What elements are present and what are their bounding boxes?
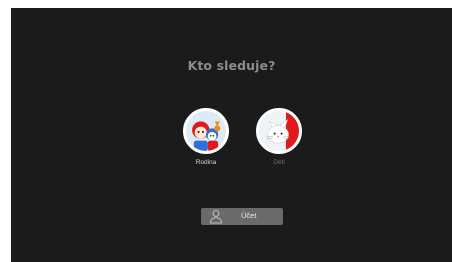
profile-name: Děti (273, 159, 285, 166)
profile-name: Rodina (195, 159, 217, 166)
account-button[interactable]: Účet (201, 208, 283, 225)
profile-rodina[interactable]: Rodina (181, 108, 231, 166)
page-title: Kto sleduje? (187, 58, 276, 73)
profile-deti[interactable]: Děti (254, 108, 304, 166)
white-cat-avatar-icon[interactable] (256, 108, 302, 154)
account-button-label: Účet (241, 211, 257, 220)
user-icon (209, 210, 223, 224)
profile-selection-screen: Kto sleduje? Rodina Děti Účet (11, 8, 452, 262)
family-cartoon-avatar-icon[interactable] (183, 108, 229, 154)
